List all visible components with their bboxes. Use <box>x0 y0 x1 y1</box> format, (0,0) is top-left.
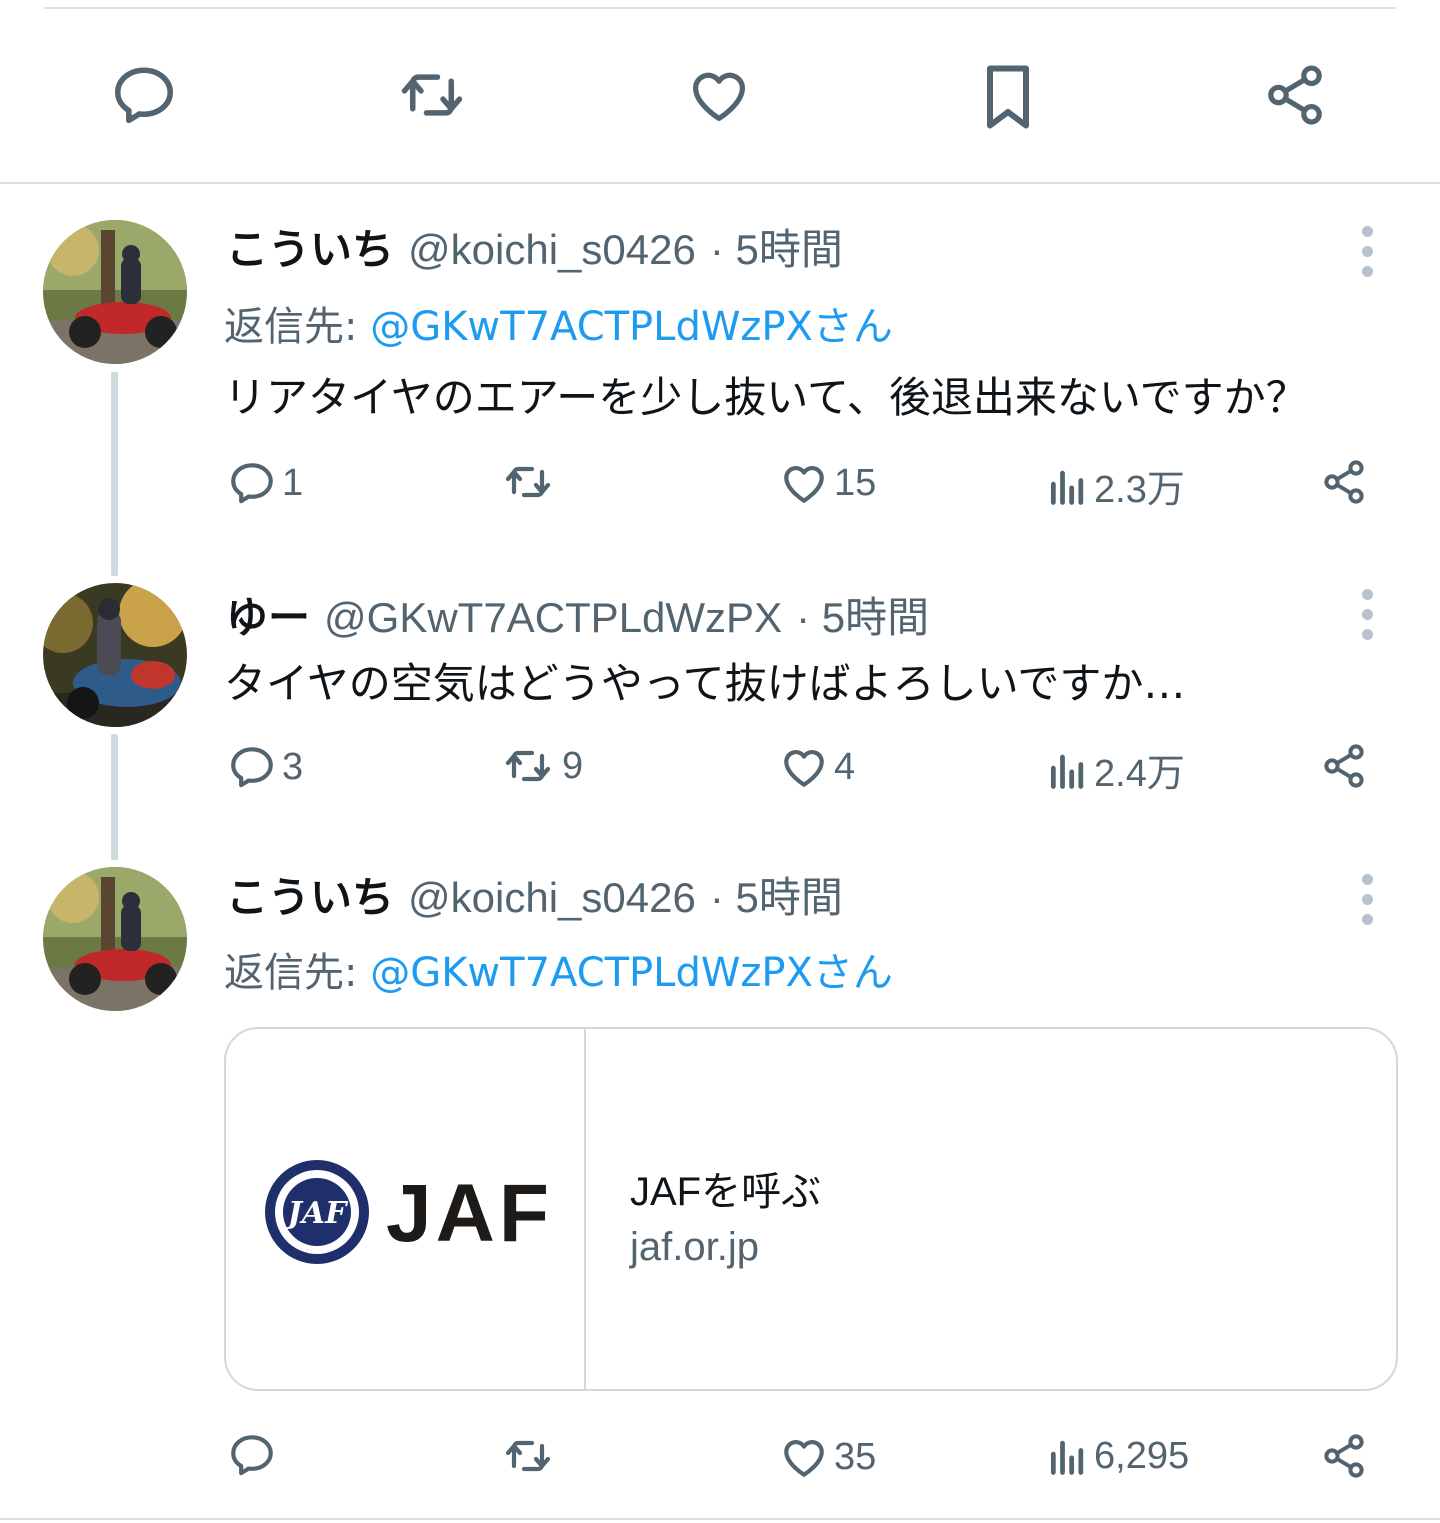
share-icon <box>1324 1434 1364 1478</box>
reply-count: 1 <box>282 461 304 504</box>
heart-icon <box>693 72 745 121</box>
author-name[interactable]: こういち <box>226 864 394 925</box>
tweet-text: タイヤの空気はどうやって抜けばよろしいですか… <box>224 659 1186 708</box>
like-count: 4 <box>834 745 856 788</box>
reply-button[interactable] <box>108 60 180 130</box>
retweet-button[interactable] <box>498 458 562 506</box>
avatar[interactable] <box>43 583 187 727</box>
tweet-header: こういち @koichi_s0426 · 5時間 <box>226 216 843 277</box>
reply-to-link[interactable]: @GKwT7ACTPLdWzPXさん <box>370 950 893 996</box>
share-icon <box>1268 65 1322 125</box>
views-icon <box>1050 470 1084 505</box>
reply-button[interactable]: 1 <box>226 458 303 508</box>
avatar[interactable] <box>43 220 187 364</box>
heart-icon <box>784 750 824 787</box>
svg-text:JAF: JAF <box>283 1196 349 1231</box>
tweet-header: こういち @koichi_s0426 · 5時間 <box>226 864 843 925</box>
retweet-icon <box>401 74 463 116</box>
like-button[interactable] <box>684 62 754 128</box>
views-button[interactable]: 6,295 <box>1046 1432 1189 1480</box>
like-count: 35 <box>834 1435 877 1478</box>
like-count: 15 <box>834 461 877 504</box>
view-count: 2.3万 <box>1094 469 1185 511</box>
author-name[interactable]: ゆー <box>226 584 310 645</box>
card-image: JAF JAF <box>226 1029 586 1389</box>
link-card[interactable]: JAF JAF JAFを呼ぶ jaf.or.jp <box>224 1027 1398 1391</box>
reply-count: 3 <box>282 745 304 788</box>
views-button[interactable]: 2.4万 <box>1046 742 1185 797</box>
bookmark-button[interactable] <box>978 60 1038 134</box>
retweet-button[interactable] <box>498 1432 562 1480</box>
view-count: 6,295 <box>1094 1434 1190 1477</box>
tweet-text: リアタイヤのエアーを少し抜いて、後退出来ないですか？ <box>224 373 1308 422</box>
retweet-count: 9 <box>562 744 584 787</box>
author-name[interactable]: こういち <box>226 216 394 277</box>
views-icon <box>1050 1440 1084 1475</box>
reply-to-label: 返信先: <box>224 950 358 996</box>
author-handle[interactable]: @koichi_s0426 <box>408 226 696 274</box>
view-count: 2.4万 <box>1094 753 1185 795</box>
retweet-icon <box>505 466 551 498</box>
heart-icon <box>784 1440 824 1477</box>
share-button[interactable] <box>1262 60 1328 130</box>
like-button[interactable]: 4 <box>778 742 855 792</box>
more-options-icon[interactable] <box>1362 589 1374 640</box>
reply-to-label: 返信先: <box>224 304 358 350</box>
reply-icon <box>231 747 273 788</box>
share-icon <box>1324 744 1364 788</box>
card-title[interactable]: JAFを呼ぶ <box>630 1159 821 1217</box>
share-button[interactable] <box>1320 740 1368 792</box>
share-icon <box>1324 460 1364 504</box>
share-button[interactable] <box>1320 1430 1368 1482</box>
thread-line <box>111 734 118 860</box>
reply-to-link[interactable]: @GKwT7ACTPLdWzPXさん <box>370 304 893 350</box>
more-options-icon[interactable] <box>1362 226 1374 277</box>
section-divider <box>0 182 1440 184</box>
like-button[interactable]: 35 <box>778 1432 876 1482</box>
reply-button[interactable] <box>226 1430 282 1480</box>
author-handle[interactable]: @koichi_s0426 <box>408 874 696 922</box>
jaf-seal-logo: JAF <box>265 1160 369 1264</box>
reply-icon <box>114 67 174 124</box>
retweet-icon <box>505 750 551 782</box>
more-options-icon[interactable] <box>1362 874 1374 925</box>
views-button[interactable]: 2.3万 <box>1046 458 1185 513</box>
thread-line <box>111 372 118 576</box>
share-button[interactable] <box>1320 456 1368 508</box>
timestamp[interactable]: · 5時間 <box>710 864 843 925</box>
bottom-divider <box>0 1518 1440 1520</box>
retweet-button[interactable]: 9 <box>498 742 583 790</box>
reply-icon <box>231 1435 273 1476</box>
reply-to-line: 返信先: @GKwT7ACTPLdWzPXさん <box>224 940 893 998</box>
retweet-icon <box>505 1440 551 1472</box>
like-button[interactable]: 15 <box>778 458 876 508</box>
timestamp[interactable]: · 5時間 <box>796 584 929 645</box>
reply-icon <box>231 463 273 504</box>
author-handle[interactable]: @GKwT7ACTPLdWzPX <box>324 594 782 642</box>
bookmark-icon <box>987 65 1029 129</box>
card-domain[interactable]: jaf.or.jp <box>630 1225 759 1270</box>
avatar[interactable] <box>43 867 187 1011</box>
views-icon <box>1050 754 1084 789</box>
reply-button[interactable]: 3 <box>226 742 303 792</box>
tweet-header: ゆー @GKwT7ACTPLdWzPX · 5時間 <box>226 584 929 645</box>
reply-to-line: 返信先: @GKwT7ACTPLdWzPXさん <box>224 294 893 352</box>
jaf-logo-text: JAF <box>386 1168 553 1259</box>
timestamp[interactable]: · 5時間 <box>710 216 843 277</box>
top-divider <box>44 7 1396 9</box>
heart-icon <box>784 466 824 503</box>
retweet-button[interactable] <box>390 62 474 128</box>
